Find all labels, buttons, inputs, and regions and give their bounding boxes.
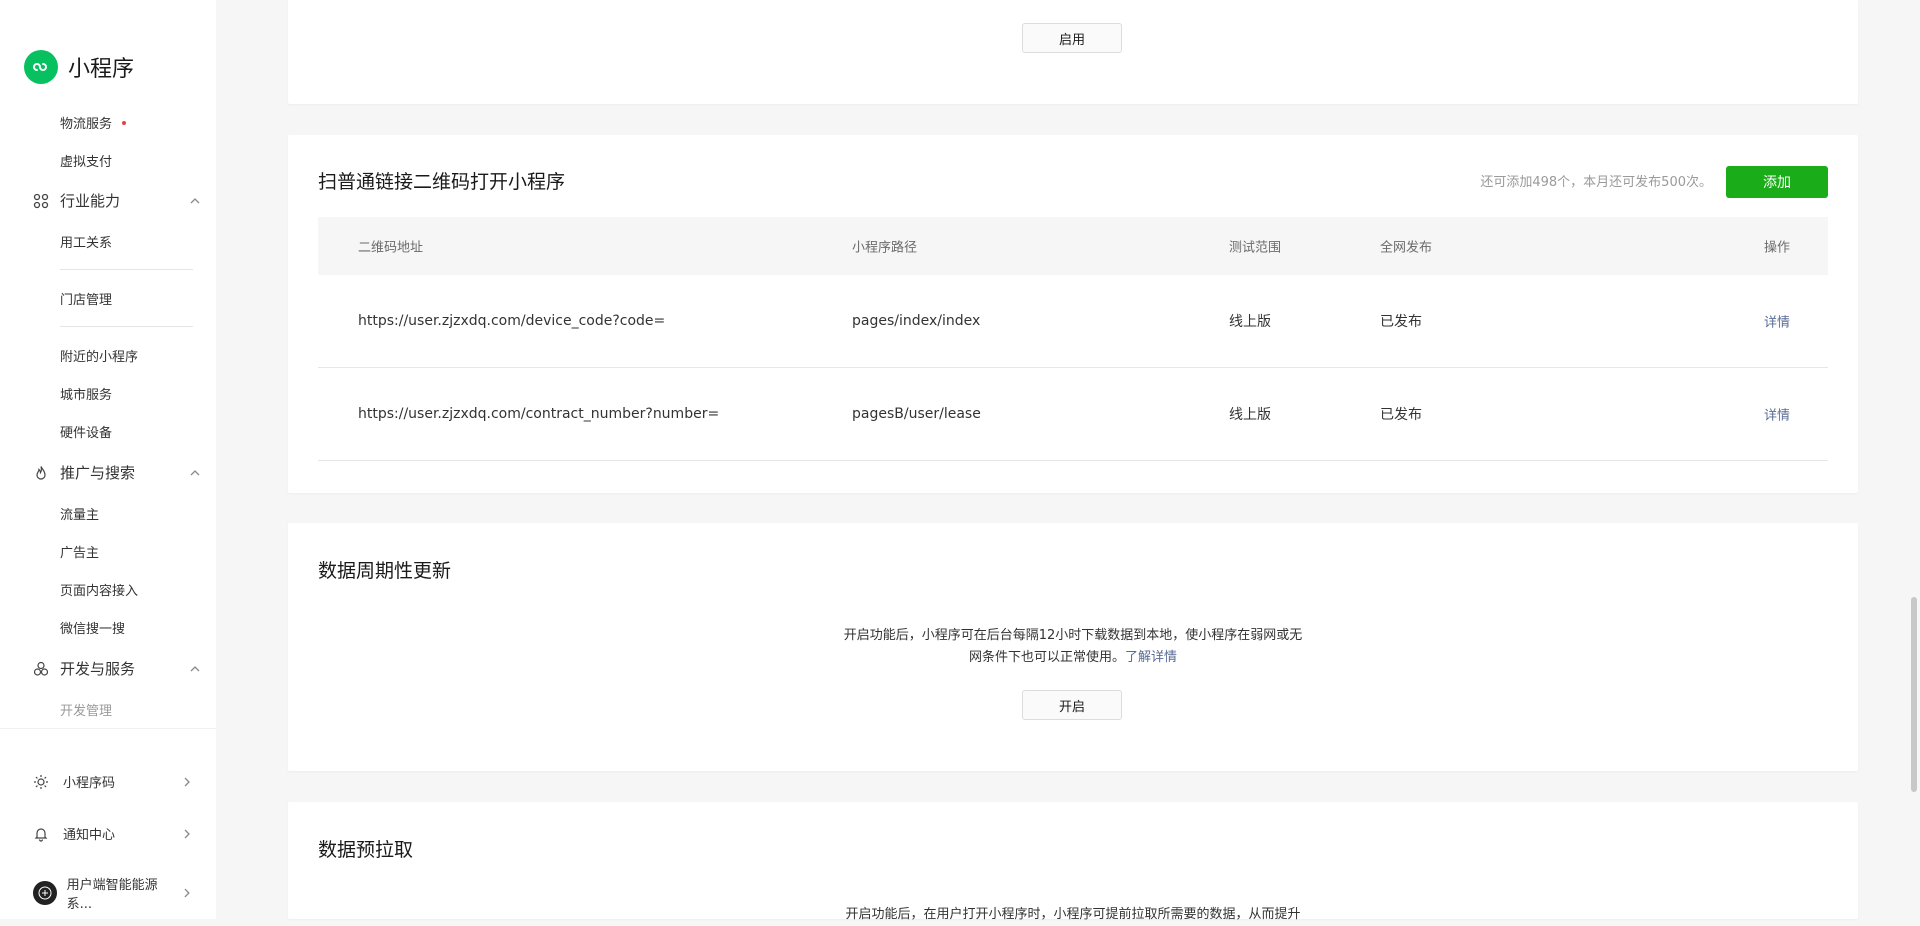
chevron-up-icon (190, 197, 200, 203)
column-header: 全网发布 (1380, 240, 1433, 256)
add-button[interactable]: 添加 (1726, 166, 1828, 198)
page-scrollbar[interactable] (1911, 597, 1917, 792)
column-header: 测试范围 (1229, 240, 1282, 256)
details-link[interactable]: 详情 (1764, 312, 1790, 331)
sidebar-item-qrcode[interactable]: 小程序码 (33, 772, 193, 791)
sidebar-item-hardware[interactable]: 硬件设备 (60, 422, 112, 441)
notification-dot (122, 120, 127, 125)
sidebar-group-label: 开发与服务 (60, 660, 136, 678)
prefetch-card-title: 数据预拉取 (318, 839, 414, 861)
description-line: 网条件下也可以正常使用。了解详情 (288, 647, 1858, 669)
mp-path: pagesB/user/lease (852, 406, 981, 422)
sidebar-item-advertiser[interactable]: 广告主 (60, 542, 99, 561)
sidebar-item-page-content[interactable]: 页面内容接入 (60, 580, 138, 599)
periodic-update-card: 数据周期性更新 开启功能后，小程序可在后台每隔12小时下载数据到本地，使小程序在… (288, 523, 1858, 771)
sidebar-group-dev[interactable]: 开发与服务 (33, 658, 201, 679)
table-row: https://user.zjzxdq.com/device_code?code… (318, 275, 1828, 368)
sidebar-bottom-divider (0, 728, 216, 729)
periodic-description: 开启功能后，小程序可在后台每隔12小时下载数据到本地，使小程序在弱网或无 网条件… (288, 625, 1858, 669)
chevron-right-icon (184, 888, 190, 898)
learn-more-link[interactable]: 了解详情 (1125, 650, 1177, 665)
test-scope: 线上版 (1229, 314, 1271, 330)
qr-table: 二维码地址 小程序路径 测试范围 全网发布 操作 https://user.zj… (318, 217, 1828, 461)
sidebar-item-traffic-owner[interactable]: 流量主 (60, 504, 99, 523)
sidebar-item-label: 物流服务 (60, 117, 113, 132)
sidebar-item-dev-management[interactable]: 开发管理 (60, 700, 112, 719)
sidebar-divider (60, 326, 193, 327)
enable-button[interactable]: 启用 (1022, 23, 1122, 53)
sidebar-item-employment[interactable]: 用工关系 (60, 232, 112, 251)
quota-text: 还可添加498个，本月还可发布500次。 (1480, 175, 1712, 190)
sidebar-divider (60, 269, 193, 270)
open-button[interactable]: 开启 (1022, 690, 1122, 720)
prefetch-description: 开启功能后，在用户打开小程序时，小程序可提前拉取所需要的数据，从而提升 (845, 907, 1301, 922)
sidebar-item-logistics[interactable]: 物流服务 (60, 113, 127, 132)
flame-icon (36, 465, 46, 480)
sidebar-item-label: 通知中心 (63, 828, 116, 843)
miniprogram-logo-icon (24, 50, 58, 84)
test-scope: 线上版 (1229, 407, 1271, 423)
column-header: 小程序路径 (852, 240, 918, 256)
bell-icon (34, 827, 48, 842)
avatar (33, 881, 57, 905)
sidebar-item-nearby[interactable]: 附近的小程序 (60, 346, 138, 365)
sidebar-item-account[interactable]: 用户端智能能源系... (33, 874, 193, 912)
column-header: 操作 (1763, 240, 1790, 256)
qr-link-card: 扫普通链接二维码打开小程序 还可添加498个，本月还可发布500次。 添加 二维… (288, 135, 1858, 493)
table-header: 二维码地址 小程序路径 测试范围 全网发布 操作 (318, 217, 1828, 275)
industry-icon (33, 193, 49, 208)
periodic-card-title: 数据周期性更新 (318, 560, 452, 582)
details-link[interactable]: 详情 (1764, 405, 1790, 424)
app-title: 小程序 (68, 57, 135, 82)
publish-status: 已发布 (1380, 407, 1422, 423)
column-header: 二维码地址 (358, 240, 424, 256)
prefetch-card: 数据预拉取 开启功能后，在用户打开小程序时，小程序可提前拉取所需要的数据，从而提… (288, 802, 1858, 922)
feature-card-top: 启用 (288, 0, 1858, 104)
account-logo-icon (38, 886, 52, 900)
publish-status: 已发布 (1380, 314, 1422, 330)
dev-services-icon (33, 661, 49, 676)
sidebar-item-virtual-pay[interactable]: 虚拟支付 (60, 151, 112, 170)
chevron-up-icon (190, 469, 200, 475)
sidebar-item-label: 小程序码 (63, 776, 116, 791)
account-name: 用户端智能能源系... (66, 878, 158, 912)
mp-path: pages/index/index (852, 313, 981, 329)
sidebar: 小程序 物流服务 虚拟支付 行业能力 用工关系 门店管理 附近的小程序 城市服务… (0, 0, 216, 919)
sidebar-item-notify[interactable]: 通知中心 (33, 824, 193, 843)
sidebar-item-stores[interactable]: 门店管理 (60, 289, 112, 308)
sidebar-group-label: 推广与搜索 (60, 464, 136, 482)
app-logo[interactable]: 小程序 (24, 50, 134, 84)
sidebar-item-city-services[interactable]: 城市服务 (60, 384, 112, 403)
chevron-up-icon (190, 665, 200, 671)
sidebar-item-wechat-search[interactable]: 微信搜一搜 (60, 618, 125, 637)
chevron-right-icon (184, 777, 190, 786)
sidebar-group-label: 行业能力 (60, 192, 121, 210)
sidebar-group-promo[interactable]: 推广与搜索 (33, 462, 201, 483)
sun-icon (34, 774, 48, 789)
qr-url: https://user.zjzxdq.com/device_code?code… (358, 313, 666, 329)
description-line: 开启功能后，小程序可在后台每隔12小时下载数据到本地，使小程序在弱网或无 (843, 628, 1303, 643)
qr-card-title: 扫普通链接二维码打开小程序 (318, 171, 566, 193)
table-row: https://user.zjzxdq.com/contract_number?… (318, 368, 1828, 461)
chevron-right-icon (184, 829, 190, 838)
description-text: 网条件下也可以正常使用。 (968, 650, 1125, 665)
sidebar-group-industry[interactable]: 行业能力 (33, 190, 201, 211)
qr-url: https://user.zjzxdq.com/contract_number?… (358, 406, 720, 422)
